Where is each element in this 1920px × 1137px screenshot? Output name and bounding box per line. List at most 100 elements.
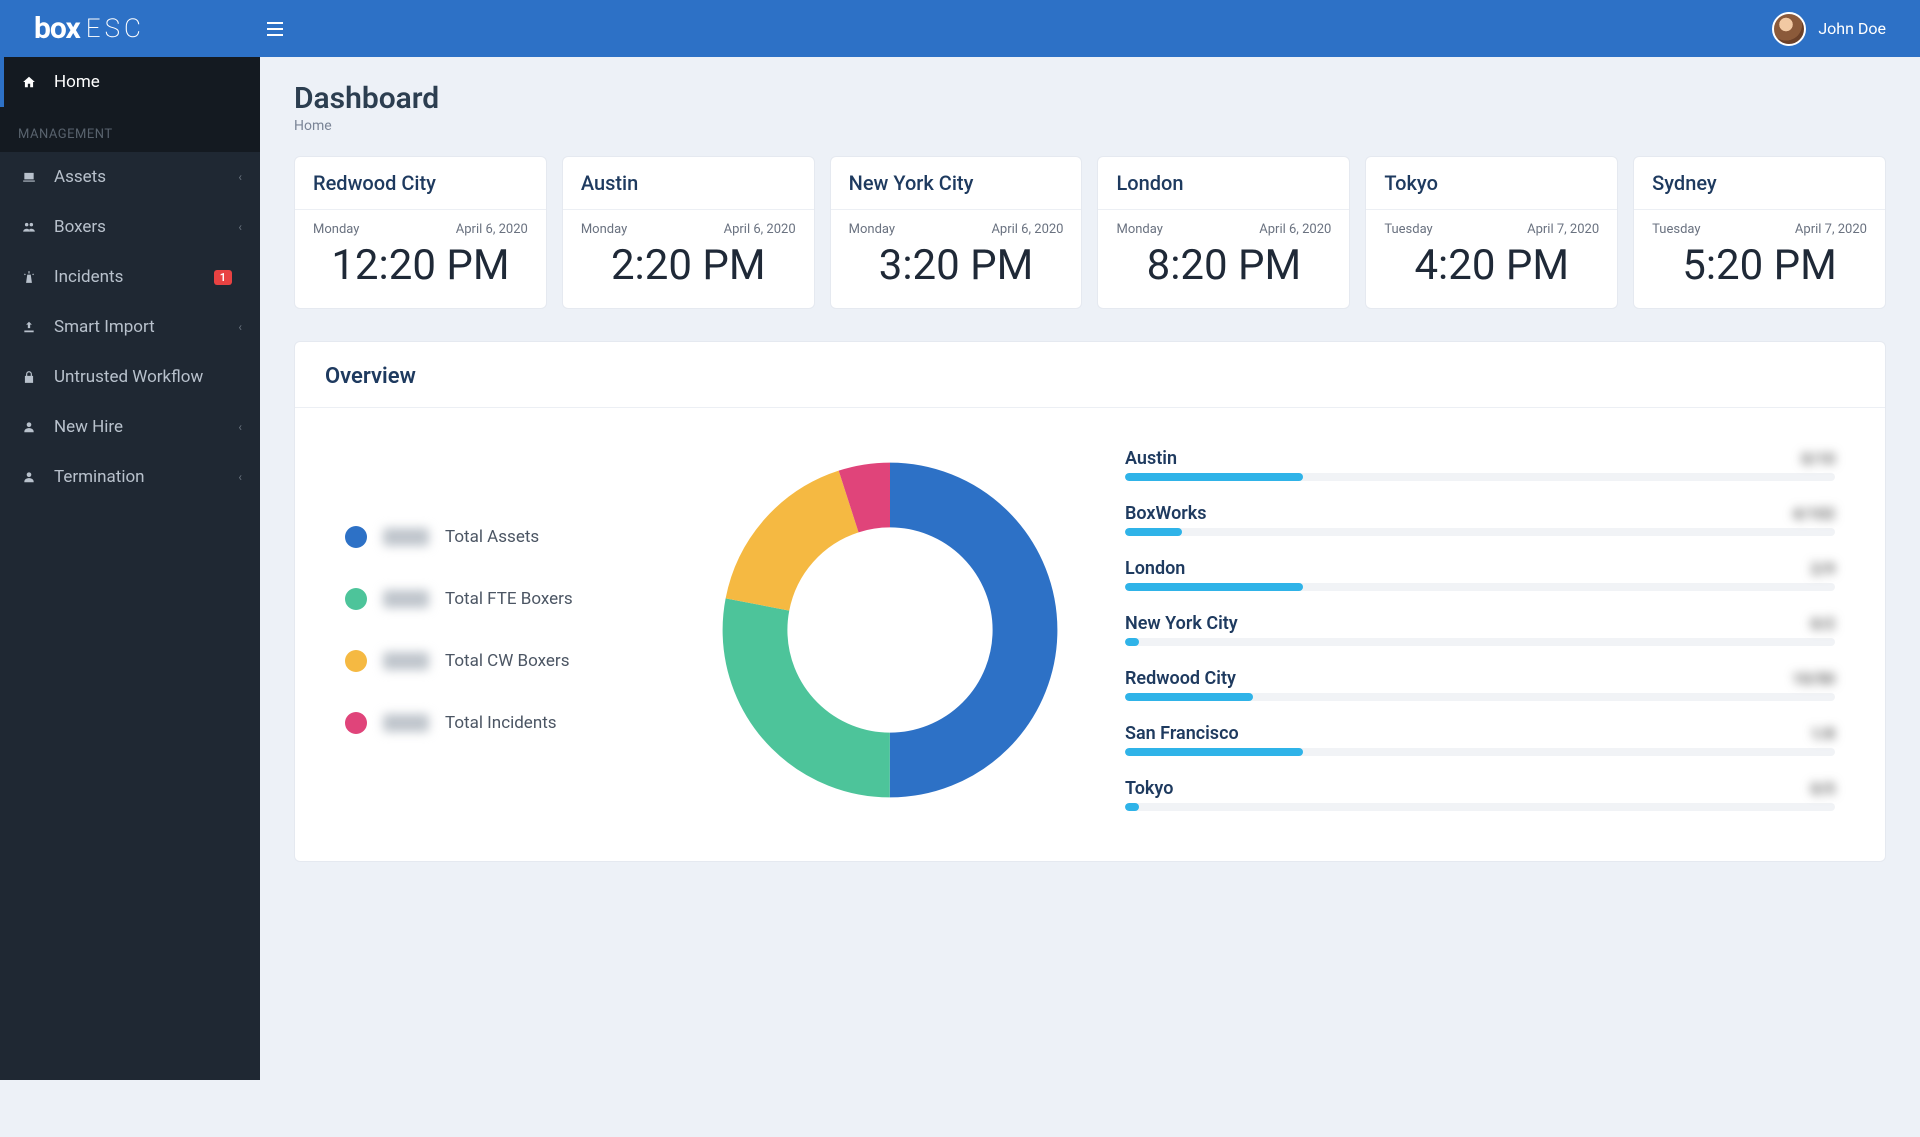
legend-value-redacted bbox=[383, 528, 429, 546]
clock-date: April 6, 2020 bbox=[1259, 222, 1331, 237]
legend-value-redacted bbox=[383, 590, 429, 608]
sidebar-item-label: Assets bbox=[54, 167, 238, 187]
laptop-icon bbox=[18, 170, 40, 184]
city-progress-row: Redwood City 10/50 bbox=[1125, 668, 1835, 701]
sidebar-item-untrusted-workflow[interactable]: Untrusted Workflow bbox=[0, 352, 260, 402]
sidebar-item-smart-import[interactable]: Smart Import‹ bbox=[0, 302, 260, 352]
brand-bold: box bbox=[34, 11, 80, 46]
clock-city: Tokyo bbox=[1366, 157, 1617, 210]
sidebar-item-label: Incidents bbox=[54, 267, 214, 287]
progress-bar bbox=[1125, 528, 1835, 536]
sidebar-item-label: Termination bbox=[54, 467, 238, 487]
overview-title: Overview bbox=[295, 342, 1885, 408]
sidebar-item-label: Untrusted Workflow bbox=[54, 367, 242, 387]
chevron-left-icon: ‹ bbox=[238, 320, 242, 334]
sidebar-item-label: Home bbox=[54, 72, 242, 92]
sidebar: Home MANAGEMENT Assets‹Boxers‹Incidents1… bbox=[0, 57, 260, 1080]
upload-icon bbox=[18, 320, 40, 334]
city-name: Redwood City bbox=[1125, 668, 1236, 689]
sidebar-item-new-hire[interactable]: New Hire‹ bbox=[0, 402, 260, 452]
clock-time: 8:20 PM bbox=[1116, 241, 1331, 290]
clock-time: 2:20 PM bbox=[581, 241, 796, 290]
clock-date: April 6, 2020 bbox=[724, 222, 796, 237]
user-icon bbox=[18, 420, 40, 434]
brand-light: ESC bbox=[86, 14, 145, 44]
sidebar-item-label: Boxers bbox=[54, 217, 238, 237]
city-progress-list: Austin0/10BoxWorks4/102London2/9New York… bbox=[1125, 448, 1855, 811]
brand-logo: box ESC bbox=[0, 11, 260, 46]
donut-chart bbox=[675, 448, 1105, 811]
legend-value-redacted bbox=[383, 714, 429, 732]
clock-time: 12:20 PM bbox=[313, 241, 528, 290]
sidebar-section-label: MANAGEMENT bbox=[0, 107, 260, 152]
chevron-left-icon: ‹ bbox=[238, 420, 242, 434]
clock-time: 5:20 PM bbox=[1652, 241, 1867, 290]
city-name: New York City bbox=[1125, 613, 1238, 634]
sidebar-item-termination[interactable]: Termination‹ bbox=[0, 452, 260, 502]
user-menu[interactable]: John Doe bbox=[1772, 12, 1920, 46]
home-icon bbox=[18, 75, 40, 89]
legend-swatch bbox=[345, 712, 367, 734]
clock-day: Tuesday bbox=[1384, 222, 1432, 237]
city-name: BoxWorks bbox=[1125, 503, 1206, 524]
progress-fill bbox=[1125, 803, 1139, 811]
city-value-redacted: 4/102 bbox=[1792, 504, 1835, 523]
clock-city: Redwood City bbox=[295, 157, 546, 210]
city-value-redacted: 0/5 bbox=[1811, 779, 1835, 798]
sidebar-item-label: Smart Import bbox=[54, 317, 238, 337]
clock-date: April 7, 2020 bbox=[1527, 222, 1599, 237]
city-value-redacted: 0/10 bbox=[1801, 449, 1835, 468]
legend-item: Total Incidents bbox=[345, 712, 655, 734]
page-title: Dashboard bbox=[294, 81, 1886, 116]
clock-date: April 7, 2020 bbox=[1795, 222, 1867, 237]
city-progress-row: BoxWorks 4/102 bbox=[1125, 503, 1835, 536]
clock-city: Austin bbox=[563, 157, 814, 210]
clock-day: Monday bbox=[849, 222, 895, 237]
breadcrumb[interactable]: Home bbox=[294, 118, 1886, 134]
clock-card: New York City Monday April 6, 2020 3:20 PM bbox=[830, 156, 1083, 309]
legend-swatch bbox=[345, 526, 367, 548]
progress-bar bbox=[1125, 693, 1835, 701]
legend-swatch bbox=[345, 588, 367, 610]
city-progress-row: New York City 0/2 bbox=[1125, 613, 1835, 646]
clock-day: Monday bbox=[581, 222, 627, 237]
menu-toggle-icon[interactable] bbox=[260, 22, 290, 36]
sidebar-item-boxers[interactable]: Boxers‹ bbox=[0, 202, 260, 252]
clock-city: London bbox=[1098, 157, 1349, 210]
clock-date: April 6, 2020 bbox=[456, 222, 528, 237]
sidebar-item-home[interactable]: Home bbox=[0, 57, 260, 107]
legend-item: Total Assets bbox=[345, 526, 655, 548]
clock-card: SydneyTuesdayApril 7, 20205:20 PM bbox=[1633, 156, 1886, 309]
clock-date: April 6, 2020 bbox=[991, 222, 1063, 237]
sidebar-item-label: New Hire bbox=[54, 417, 238, 437]
city-value-redacted: 0/2 bbox=[1811, 614, 1835, 633]
legend-value-redacted bbox=[383, 652, 429, 670]
legend-label: Total Incidents bbox=[445, 713, 557, 733]
topbar: box ESC John Doe bbox=[0, 0, 1920, 57]
progress-bar bbox=[1125, 638, 1835, 646]
city-progress-row: San Francisco1/8 bbox=[1125, 723, 1835, 756]
progress-fill bbox=[1125, 583, 1303, 591]
progress-fill bbox=[1125, 528, 1182, 536]
chevron-left-icon: ‹ bbox=[238, 220, 242, 234]
city-progress-row: London2/9 bbox=[1125, 558, 1835, 591]
progress-bar bbox=[1125, 803, 1835, 811]
city-name: San Francisco bbox=[1125, 723, 1239, 744]
legend-item: Total FTE Boxers bbox=[345, 588, 655, 610]
legend-label: Total Assets bbox=[445, 527, 539, 547]
clock-card: Redwood City Monday April 6, 2020 12:20 PM bbox=[294, 156, 547, 309]
city-value-redacted: 10/50 bbox=[1792, 669, 1835, 688]
sidebar-item-incidents[interactable]: Incidents1 bbox=[0, 252, 260, 302]
clock-city: Sydney bbox=[1634, 157, 1885, 210]
clock-day: Monday bbox=[313, 222, 359, 237]
progress-fill bbox=[1125, 693, 1253, 701]
clock-city: New York City bbox=[831, 157, 1082, 210]
progress-fill bbox=[1125, 638, 1139, 646]
clock-time: 3:20 PM bbox=[849, 241, 1064, 290]
beacon-icon bbox=[18, 270, 40, 284]
progress-bar bbox=[1125, 583, 1835, 591]
main-content: Dashboard Home Redwood City Monday April 6… bbox=[260, 57, 1920, 886]
progress-fill bbox=[1125, 748, 1303, 756]
sidebar-item-assets[interactable]: Assets‹ bbox=[0, 152, 260, 202]
avatar bbox=[1772, 12, 1806, 46]
